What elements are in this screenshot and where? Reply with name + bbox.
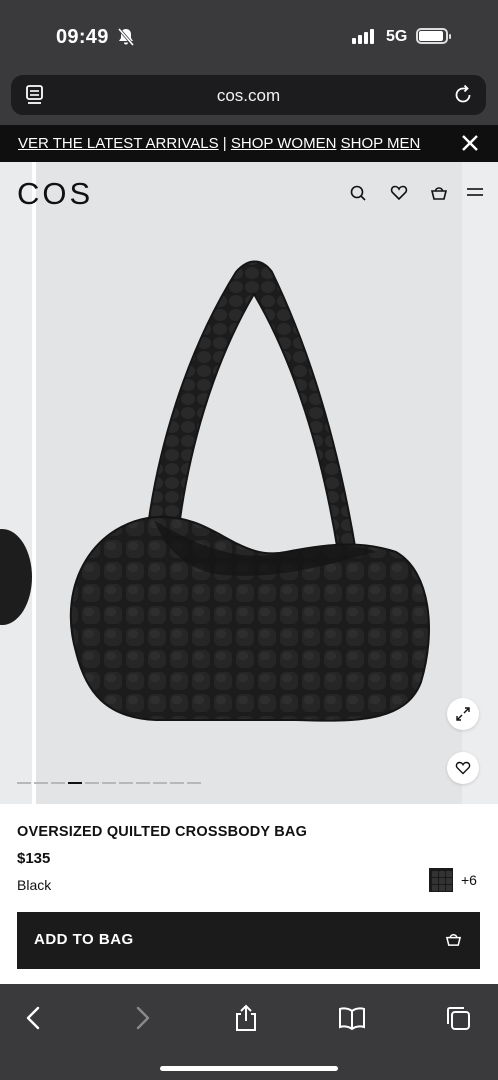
heart-icon [455, 761, 471, 775]
basket-icon [445, 934, 462, 946]
share-icon[interactable] [232, 1004, 260, 1032]
menu-icon[interactable] [466, 184, 484, 202]
gallery-pagination[interactable] [17, 782, 201, 784]
gallery-dot[interactable] [153, 782, 167, 784]
promo-link-men[interactable]: SHOP MEN [341, 135, 421, 152]
product-color: Black [17, 877, 52, 893]
add-to-bag-label: ADD TO BAG [34, 931, 134, 948]
heart-icon[interactable] [390, 184, 408, 202]
gallery-dot[interactable] [85, 782, 99, 784]
browser-toolbar [0, 984, 498, 1080]
gallery-dot[interactable] [187, 782, 201, 784]
more-colors-link[interactable]: +6 [461, 872, 477, 888]
network-type: 5G [386, 28, 408, 45]
tabs-icon[interactable] [444, 1004, 472, 1032]
status-time: 09:49 [56, 26, 109, 48]
product-page: COS OVERSIZED QUILTED CROSSBODY BAG $135… [0, 162, 498, 984]
promo-text: VER THE LATEST ARRIVALS | SHOP WOMEN SHO… [18, 135, 420, 152]
add-to-bag-button[interactable]: ADD TO BAG [17, 912, 480, 969]
previous-slide[interactable] [0, 162, 32, 804]
gallery-dot[interactable] [68, 782, 82, 784]
gallery-dot[interactable] [136, 782, 150, 784]
gallery-dot[interactable] [119, 782, 133, 784]
promo-link-women[interactable]: SHOP WOMEN [231, 135, 337, 152]
expand-icon [456, 707, 470, 721]
expand-button[interactable] [447, 698, 479, 730]
close-icon[interactable] [460, 133, 480, 153]
gallery-dot[interactable] [17, 782, 31, 784]
gallery-dot[interactable] [102, 782, 116, 784]
color-swatch-black[interactable] [429, 868, 453, 892]
product-name: OVERSIZED QUILTED CROSSBODY BAG [17, 824, 308, 840]
gallery-dot[interactable] [170, 782, 184, 784]
product-price: $135 [17, 850, 51, 867]
bookmarks-icon[interactable] [338, 1004, 366, 1032]
bag-image [69, 260, 430, 722]
gallery-dot[interactable] [51, 782, 65, 784]
promo-link-latest[interactable]: VER THE LATEST ARRIVALS [18, 135, 219, 152]
promo-separator: | [218, 135, 231, 152]
status-bar: 09:49 5G [0, 0, 498, 70]
bell-slash-icon [117, 28, 135, 46]
previous-slide-image [0, 529, 32, 625]
search-icon[interactable] [349, 184, 367, 202]
promo-banner: VER THE LATEST ARRIVALS | SHOP WOMEN SHO… [0, 125, 498, 162]
back-icon[interactable] [20, 1004, 48, 1032]
url-text[interactable]: cos.com [11, 86, 486, 106]
battery-icon [416, 28, 451, 44]
product-info: OVERSIZED QUILTED CROSSBODY BAG $135 Bla… [0, 804, 498, 984]
address-bar[interactable]: cos.com [11, 75, 486, 115]
basket-icon[interactable] [430, 184, 448, 202]
product-gallery[interactable]: COS [0, 162, 498, 804]
gallery-dot[interactable] [34, 782, 48, 784]
reload-icon[interactable] [452, 84, 474, 106]
add-to-wishlist-button[interactable] [447, 752, 479, 784]
cellular-signal-icon [352, 29, 374, 44]
home-indicator [160, 1066, 338, 1071]
cos-logo[interactable]: COS [17, 176, 93, 212]
forward-icon[interactable] [128, 1004, 156, 1032]
